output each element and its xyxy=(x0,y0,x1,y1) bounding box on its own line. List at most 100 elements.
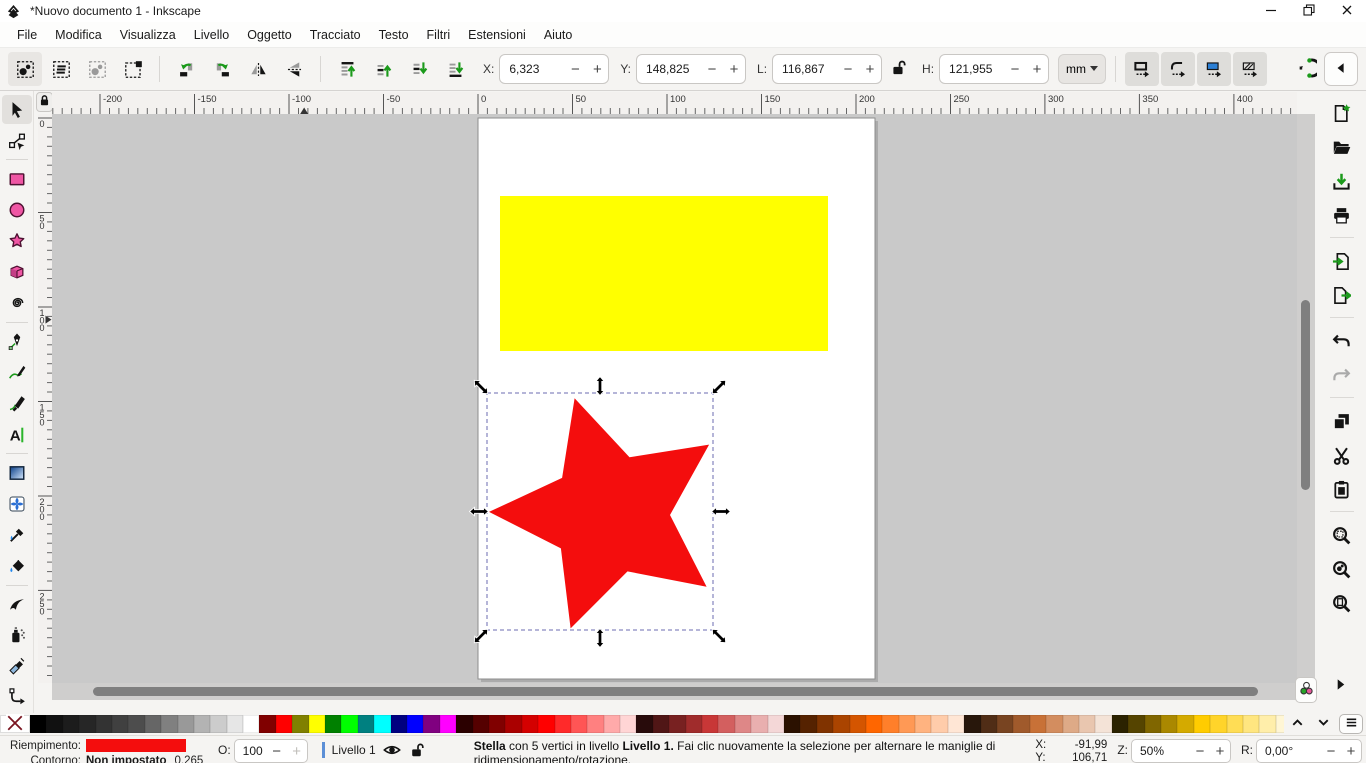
horizontal-scrollbar-thumb[interactable] xyxy=(93,687,1258,696)
palette-swatch-76[interactable] xyxy=(1276,715,1284,733)
stroke-width-value[interactable]: 0,265 xyxy=(175,755,204,763)
palette-swatch-29[interactable] xyxy=(505,715,521,733)
palette-swatch-70[interactable] xyxy=(1177,715,1193,733)
height-field[interactable]: 121,955 xyxy=(939,54,1049,84)
tool-ellipse[interactable] xyxy=(2,195,32,224)
tool-rectangle[interactable] xyxy=(2,164,32,193)
document-print-button[interactable] xyxy=(1325,198,1359,232)
tool-calligraphy[interactable] xyxy=(2,389,32,418)
zoom-field[interactable]: 50% xyxy=(1131,739,1231,763)
palette-swatch-57[interactable] xyxy=(964,715,980,733)
menu-file[interactable]: File xyxy=(8,24,46,46)
palette-swatch-14[interactable] xyxy=(259,715,275,733)
palette-swatch-59[interactable] xyxy=(997,715,1013,733)
palette-swatch-55[interactable] xyxy=(931,715,947,733)
palette-swatch-52[interactable] xyxy=(882,715,898,733)
y-increment-button[interactable] xyxy=(723,55,745,83)
commands-expand-button[interactable] xyxy=(1325,672,1355,696)
palette-swatch-67[interactable] xyxy=(1128,715,1144,733)
palette-swatch-0[interactable] xyxy=(30,715,46,733)
opacity-increment-button[interactable] xyxy=(287,740,307,762)
palette-swatch-54[interactable] xyxy=(915,715,931,733)
palette-swatch-17[interactable] xyxy=(309,715,325,733)
x-field[interactable]: 6,323 xyxy=(499,54,609,84)
height-decrement-button[interactable] xyxy=(1004,55,1026,83)
undo-button[interactable] xyxy=(1325,324,1359,358)
horizontal-scrollbar[interactable] xyxy=(52,683,1297,700)
palette-swatch-47[interactable] xyxy=(800,715,816,733)
palette-swatch-51[interactable] xyxy=(866,715,882,733)
palette-swatch-46[interactable] xyxy=(784,715,800,733)
palette-swatch-18[interactable] xyxy=(325,715,341,733)
minimize-button[interactable] xyxy=(1252,0,1290,22)
scale-rounded-corners-button[interactable] xyxy=(1161,52,1195,86)
tool-spray[interactable] xyxy=(2,621,32,650)
palette-swatch-4[interactable] xyxy=(96,715,112,733)
opacity-value[interactable]: 100 xyxy=(235,744,267,758)
raise-to-top-button[interactable] xyxy=(330,52,364,86)
palette-swatch-68[interactable] xyxy=(1145,715,1161,733)
palette-swatch-27[interactable] xyxy=(473,715,489,733)
height-increment-button[interactable] xyxy=(1026,55,1048,83)
palette-swatch-62[interactable] xyxy=(1046,715,1062,733)
palette-swatch-22[interactable] xyxy=(391,715,407,733)
palette-swatch-30[interactable] xyxy=(522,715,538,733)
palette-swatch-72[interactable] xyxy=(1210,715,1226,733)
document-import-button[interactable] xyxy=(1325,244,1359,278)
opacity-field[interactable]: 100 xyxy=(234,739,308,763)
rotation-value[interactable]: 0,00° xyxy=(1257,744,1321,758)
palette-swatch-64[interactable] xyxy=(1079,715,1095,733)
palette-swatch-60[interactable] xyxy=(1013,715,1029,733)
y-field[interactable]: 148,825 xyxy=(636,54,746,84)
tool-node-editor[interactable] xyxy=(2,126,32,155)
menu-visualizza[interactable]: Visualizza xyxy=(111,24,185,46)
width-field[interactable]: 116,867 xyxy=(772,54,882,84)
x-decrement-button[interactable] xyxy=(564,55,586,83)
palette-swatch-42[interactable] xyxy=(718,715,734,733)
rotation-increment-button[interactable] xyxy=(1341,740,1361,762)
palette-swatch-69[interactable] xyxy=(1161,715,1177,733)
zoom-increment-button[interactable] xyxy=(1210,740,1230,762)
palette-swatch-74[interactable] xyxy=(1243,715,1259,733)
palette-swatch-43[interactable] xyxy=(735,715,751,733)
tool-pen[interactable] xyxy=(2,327,32,356)
palette-swatch-66[interactable] xyxy=(1112,715,1128,733)
zoom-drawing-button[interactable] xyxy=(1325,552,1359,586)
flip-vertical-button[interactable] xyxy=(277,52,311,86)
paste-button[interactable] xyxy=(1325,472,1359,506)
lock-ratio-button[interactable] xyxy=(887,55,909,83)
palette-swatch-73[interactable] xyxy=(1227,715,1243,733)
width-field-value[interactable]: 116,867 xyxy=(773,62,837,76)
stroke-value[interactable]: Non impostato xyxy=(86,755,167,763)
palette-swatch-50[interactable] xyxy=(850,715,866,733)
tool-gradient[interactable] xyxy=(2,458,32,487)
palette-swatch-48[interactable] xyxy=(817,715,833,733)
palette-swatch-53[interactable] xyxy=(899,715,915,733)
palette-swatch-24[interactable] xyxy=(423,715,439,733)
palette-swatch-36[interactable] xyxy=(620,715,636,733)
snap-toggle-button[interactable] xyxy=(1291,52,1321,86)
fill-color-indicator[interactable] xyxy=(86,739,186,752)
close-button[interactable] xyxy=(1328,0,1366,22)
palette-swatch-6[interactable] xyxy=(128,715,144,733)
horizontal-ruler[interactable]: -200-150-100-50050100150200250300350400 xyxy=(52,92,1297,114)
palette-swatch-34[interactable] xyxy=(587,715,603,733)
scale-stroke-width-button[interactable] xyxy=(1125,52,1159,86)
palette-swatch-11[interactable] xyxy=(210,715,226,733)
layer-lock-icon[interactable] xyxy=(408,742,426,758)
palette-swatch-63[interactable] xyxy=(1063,715,1079,733)
guides-lock-button[interactable] xyxy=(36,92,53,112)
tool-spiral[interactable] xyxy=(2,289,32,318)
tool-text[interactable]: A xyxy=(2,420,32,449)
duplicate-button[interactable] xyxy=(1325,404,1359,438)
unit-selector[interactable]: mm xyxy=(1058,54,1106,84)
palette-swatch-3[interactable] xyxy=(79,715,95,733)
palette-swatch-21[interactable] xyxy=(374,715,390,733)
palette-swatch-1[interactable] xyxy=(46,715,62,733)
width-decrement-button[interactable] xyxy=(837,55,859,83)
palette-swatch-41[interactable] xyxy=(702,715,718,733)
x-increment-button[interactable] xyxy=(586,55,608,83)
palette-swatch-39[interactable] xyxy=(669,715,685,733)
palette-swatch-38[interactable] xyxy=(653,715,669,733)
tool-selector[interactable] xyxy=(2,95,32,124)
